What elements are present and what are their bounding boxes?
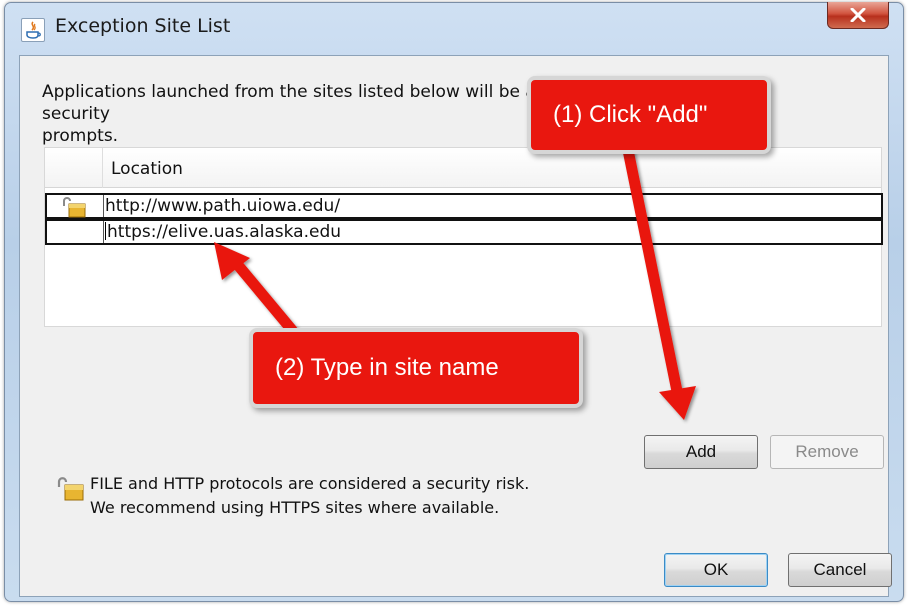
- location-edit-field[interactable]: https://elive.uas.alaska.edu: [105, 222, 341, 242]
- table-header: Location: [45, 148, 881, 188]
- warning-text: FILE and HTTP protocols are considered a…: [90, 472, 529, 520]
- window-title: Exception Site List: [55, 15, 231, 37]
- location-edit-value: https://elive.uas.alaska.edu: [107, 222, 342, 242]
- row-separator: [103, 221, 104, 243]
- step1-callout: (1) Click "Add": [527, 76, 771, 154]
- table-row[interactable]: http://www.path.uiowa.edu/: [45, 193, 883, 219]
- text-cursor: [105, 222, 106, 240]
- warning-line1: FILE and HTTP protocols are considered a…: [90, 474, 530, 493]
- site-list-table[interactable]: Location http://www.path.uiowa.edu/ http…: [44, 147, 883, 327]
- step2-callout: (2) Type in site name: [249, 328, 583, 408]
- java-icon: [21, 18, 45, 42]
- intro-line2: prompts.: [42, 126, 119, 146]
- intro-line1-tail: security: [42, 104, 110, 124]
- cancel-button[interactable]: Cancel: [788, 553, 892, 587]
- add-button[interactable]: Add: [644, 435, 758, 469]
- warning-line2: We recommend using HTTPS sites where ava…: [90, 498, 500, 517]
- intro-line1: Applications launched from the sites lis…: [42, 82, 581, 102]
- icon-column-header: [45, 148, 103, 188]
- table-row-editing[interactable]: https://elive.uas.alaska.edu: [45, 219, 883, 245]
- close-icon: [850, 8, 866, 22]
- location-cell[interactable]: http://www.path.uiowa.edu/: [105, 196, 340, 216]
- title-bar[interactable]: Exception Site List: [5, 2, 903, 55]
- close-button[interactable]: [827, 2, 889, 29]
- unlocked-padlock-icon: [55, 195, 91, 219]
- ok-button[interactable]: OK: [664, 553, 768, 587]
- location-column-header: Location: [111, 159, 183, 179]
- unlocked-padlock-icon: [54, 474, 86, 504]
- remove-button[interactable]: Remove: [770, 435, 884, 469]
- row-separator: [103, 195, 104, 217]
